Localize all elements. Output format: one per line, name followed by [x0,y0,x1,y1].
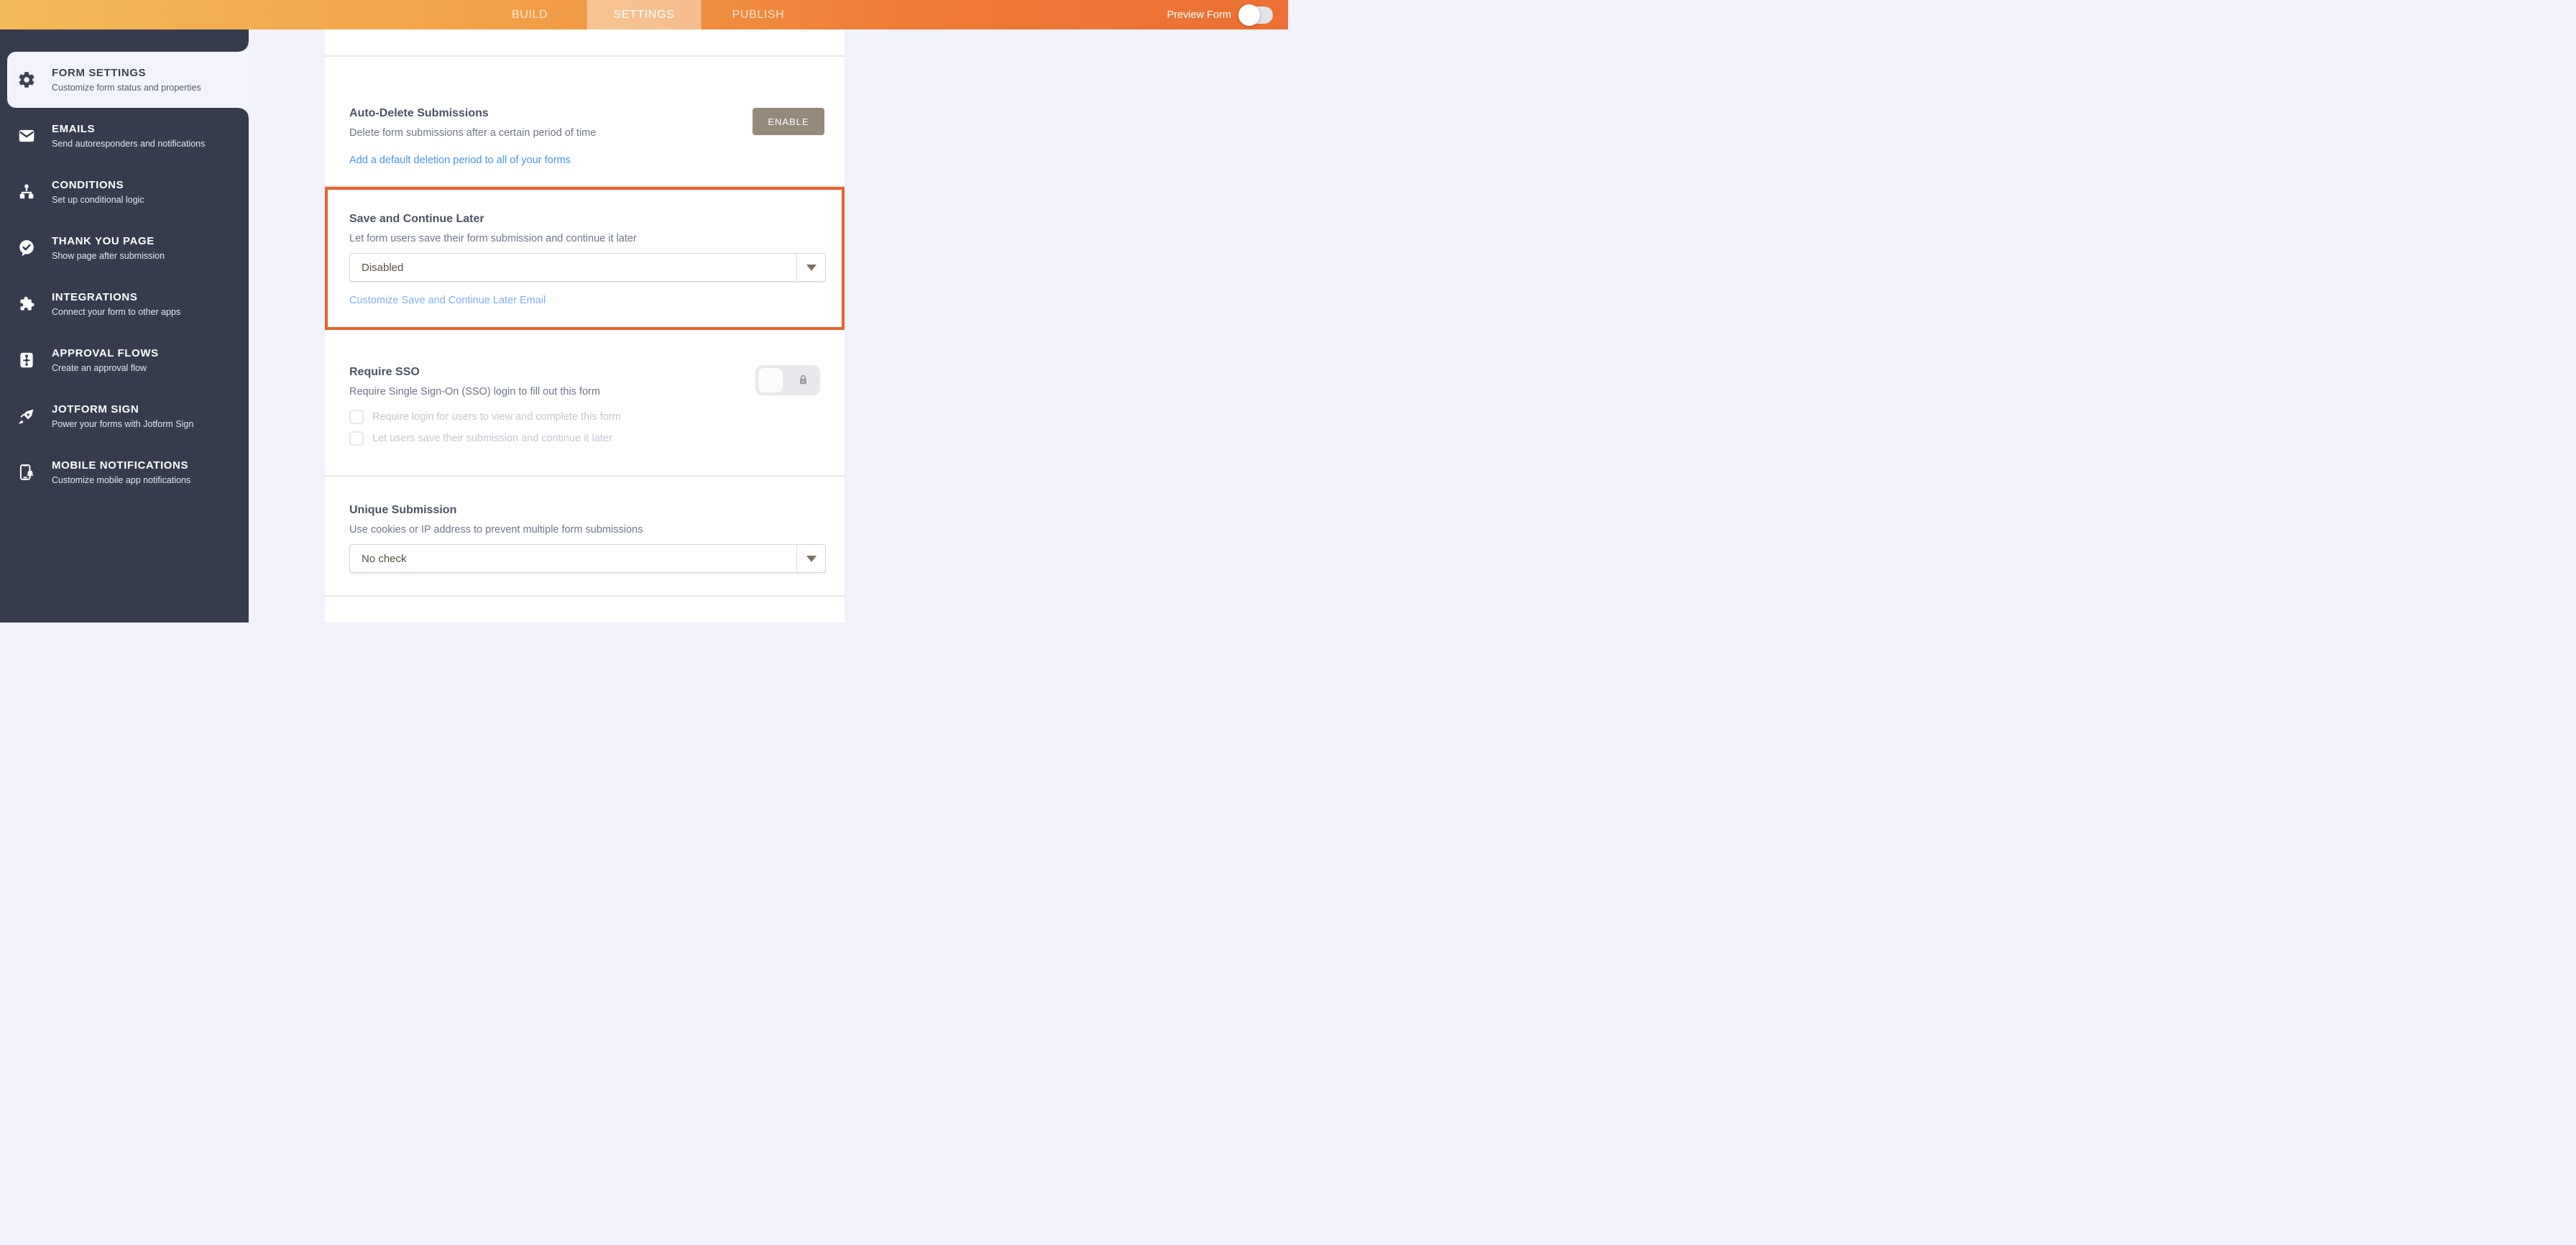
tab-build[interactable]: BUILD [473,0,587,29]
sidebar-item-approval-flows[interactable]: APPROVAL FLOWS Create an approval flow [0,332,249,388]
sidebar-item-subtitle: Show page after submission [52,251,165,261]
sidebar-item-thank-you-page[interactable]: THANK YOU PAGE Show page after submissio… [0,220,249,276]
mode-tabs: BUILD SETTINGS PUBLISH [473,0,816,29]
sidebar-item-title: FORM SETTINGS [52,67,201,79]
form-settings-panel: Auto-Delete Submissions Delete form subm… [325,29,845,622]
sidebar-item-title: THANK YOU PAGE [52,235,165,247]
preview-form-toggle[interactable] [1240,6,1273,24]
top-bar: BUILD SETTINGS PUBLISH Preview Form [0,0,1288,29]
sidebar-item-conditions[interactable]: CONDITIONS Set up conditional logic [0,164,249,220]
preview-form-control: Preview Form [1167,0,1273,29]
sidebar-item-form-settings[interactable]: FORM SETTINGS Customize form status and … [7,52,249,108]
toggle-knob [758,368,783,392]
save-continue-dropdown[interactable]: Disabled [349,253,826,282]
sidebar-item-integrations[interactable]: INTEGRATIONS Connect your form to other … [0,276,249,332]
check-circle-icon [17,239,36,257]
save-submission-checkbox-label: Let users save their submission and cont… [372,433,612,444]
lock-icon [797,374,809,387]
chevron-down-icon [806,265,816,271]
scrolled-section-remainder [325,29,845,57]
section-unique-submission: Unique Submission Use cookies or IP addr… [325,477,845,597]
sitemap-icon [17,183,36,201]
require-login-checkbox[interactable] [349,410,364,424]
unique-submission-title: Unique Submission [349,504,845,517]
sidebar-item-title: EMAILS [52,123,205,135]
gear-icon [17,70,36,89]
section-auto-delete: Auto-Delete Submissions Delete form subm… [325,57,845,187]
sidebar-item-emails[interactable]: EMAILS Send autoresponders and notificat… [0,108,249,164]
sidebar-item-subtitle: Set up conditional logic [52,195,144,205]
enable-button[interactable]: ENABLE [753,108,824,135]
unique-submission-description: Use cookies or IP address to prevent mul… [349,524,845,536]
preview-form-label: Preview Form [1167,9,1231,21]
pen-nib-icon [17,407,36,426]
tab-settings[interactable]: SETTINGS [587,0,702,29]
section-require-sso: Require SSO Require Single Sign-On (SSO)… [325,330,845,477]
sso-checkbox-row: Let users save their submission and cont… [349,431,612,446]
sidebar-item-subtitle: Connect your form to other apps [52,307,180,317]
phone-bell-icon [17,463,36,482]
sso-checkbox-row: Require login for users to view and comp… [349,410,621,424]
save-continue-title: Save and Continue Later [349,213,823,226]
require-login-checkbox-label: Require login for users to view and comp… [372,411,621,423]
sidebar-item-title: INTEGRATIONS [52,291,180,303]
puzzle-icon [17,295,36,313]
sidebar-item-jotform-sign[interactable]: JOTFORM SIGN Power your forms with Jotfo… [0,388,249,444]
chevron-down-icon [806,556,816,562]
auto-delete-default-period-link[interactable]: Add a default deletion period to all of … [349,155,571,166]
sidebar-item-title: APPROVAL FLOWS [52,347,159,359]
require-sso-toggle-locked[interactable] [755,365,820,395]
sidebar-item-title: MOBILE NOTIFICATIONS [52,459,190,472]
sidebar-item-subtitle: Power your forms with Jotform Sign [52,419,193,429]
sidebar-item-subtitle: Customize mobile app notifications [52,475,190,485]
sidebar-item-title: CONDITIONS [52,179,144,191]
unique-submission-dropdown[interactable]: No check [349,544,826,573]
customize-save-continue-email-link[interactable]: Customize Save and Continue Later Email [349,295,546,306]
envelope-icon [17,127,36,145]
unique-submission-dropdown-value: No check [362,553,407,565]
save-continue-dropdown-value: Disabled [362,262,403,274]
sidebar-item-title: JOTFORM SIGN [52,403,193,415]
sidebar-item-subtitle: Create an approval flow [52,363,159,373]
settings-sidebar: FORM SETTINGS Customize form status and … [0,29,249,622]
flowchart-icon [17,351,36,369]
save-submission-checkbox[interactable] [349,431,364,446]
sidebar-item-subtitle: Customize form status and properties [52,83,201,93]
dropdown-arrow-zone [796,254,825,281]
tab-publish[interactable]: PUBLISH [702,0,816,29]
sidebar-item-subtitle: Send autoresponders and notifications [52,139,205,149]
section-save-and-continue: Save and Continue Later Let form users s… [325,187,845,330]
sidebar-item-mobile-notifications[interactable]: MOBILE NOTIFICATIONS Customize mobile ap… [0,444,249,500]
toggle-knob [1238,4,1260,26]
dropdown-arrow-zone [796,545,825,572]
save-continue-description: Let form users save their form submissio… [349,233,823,244]
next-section-top [325,597,845,617]
